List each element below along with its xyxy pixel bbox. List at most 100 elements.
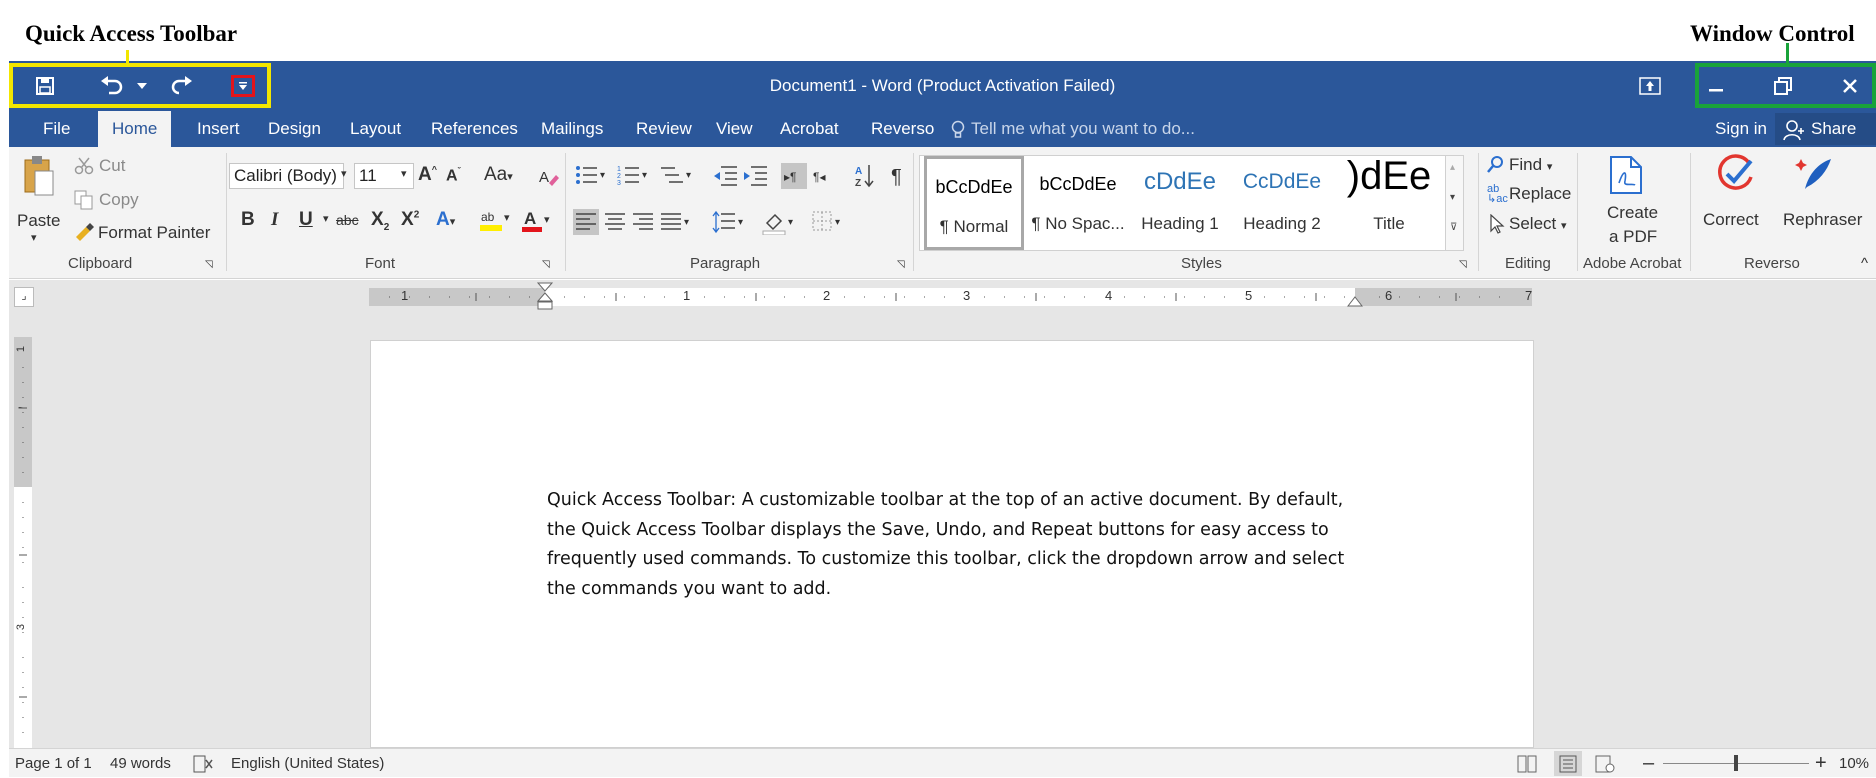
paragraph-dialog-launcher[interactable]: ◹ xyxy=(897,259,905,270)
web-layout-icon[interactable] xyxy=(1595,755,1615,773)
clipboard-dialog-launcher[interactable]: ◹ xyxy=(205,259,213,270)
show-marks-icon: ¶ xyxy=(891,166,902,188)
quick-access-toolbar-annotation-label: Quick Access Toolbar xyxy=(25,21,238,46)
text-highlight-button[interactable]: ab ▾ xyxy=(479,207,515,239)
word-count[interactable]: 49 words xyxy=(110,749,171,778)
proofing-icon[interactable] xyxy=(193,755,213,773)
style-heading-1[interactable]: cDdEe Heading 1 xyxy=(1130,156,1230,250)
share-button[interactable]: Share xyxy=(1775,113,1876,145)
underline-button[interactable]: U xyxy=(299,209,313,231)
underline-dropdown[interactable]: ▾ xyxy=(323,212,329,225)
tab-selector-button[interactable]: ⌟ xyxy=(14,287,34,307)
horizontal-ruler[interactable] xyxy=(369,282,1532,310)
styles-dialog-launcher[interactable]: ◹ xyxy=(1459,259,1467,270)
svg-text:▾: ▾ xyxy=(504,212,510,224)
italic-button[interactable]: I xyxy=(271,209,278,231)
select-cursor-icon xyxy=(1490,214,1505,234)
tab-home[interactable]: Home xyxy=(98,111,172,147)
style-no-spacing[interactable]: bCcDdEe ¶ No Spac... xyxy=(1028,156,1128,250)
justify-icon: ▾ xyxy=(661,213,689,230)
svg-text:▾: ▾ xyxy=(544,214,550,226)
styles-group-label: Styles xyxy=(1181,255,1222,272)
paste-icon xyxy=(24,156,54,196)
font-dialog-launcher[interactable]: ◹ xyxy=(542,259,550,270)
copy-button[interactable]: Copy xyxy=(99,190,139,210)
superscript-button[interactable]: X2 xyxy=(401,209,419,231)
multilevel-list-icon: ▾ xyxy=(661,167,691,183)
grow-font-button[interactable]: A^ xyxy=(418,164,437,186)
tab-layout[interactable]: Layout xyxy=(336,111,415,147)
rephraser-button[interactable]: Rephraser xyxy=(1779,151,1863,251)
font-name-box[interactable]: Calibri (Body) xyxy=(229,163,344,189)
format-painter-button[interactable]: Format Painter xyxy=(98,223,210,243)
paste-label: Paste xyxy=(17,211,61,230)
align-right-icon xyxy=(633,213,653,230)
language-indicator[interactable]: English (United States) xyxy=(231,749,384,778)
tab-design[interactable]: Design xyxy=(254,111,335,147)
tab-review[interactable]: Review xyxy=(622,111,706,147)
tab-view[interactable]: View xyxy=(702,111,767,147)
read-mode-icon[interactable] xyxy=(1517,755,1537,773)
text-effects-button[interactable]: A▾ xyxy=(436,209,455,231)
tab-file[interactable]: File xyxy=(29,111,84,147)
ribbon-display-options-button[interactable] xyxy=(1632,71,1668,101)
styles-scroll[interactable]: ▴ ▾ ⊽ xyxy=(1445,156,1463,250)
font-name-dropdown[interactable]: ▾ xyxy=(341,167,347,180)
font-size-dropdown[interactable]: ▾ xyxy=(401,167,407,180)
print-layout-view-button[interactable] xyxy=(1554,751,1582,776)
tab-insert[interactable]: Insert xyxy=(183,111,254,147)
window-control-highlight xyxy=(1695,63,1876,108)
rephraser-label: Rephraser xyxy=(1783,210,1863,229)
svg-text:3: 3 xyxy=(617,180,621,187)
styles-more[interactable]: ⊽ xyxy=(1450,222,1457,233)
share-label: Share xyxy=(1811,119,1857,138)
bold-button[interactable]: B xyxy=(241,209,255,231)
select-button[interactable]: Select ▾ xyxy=(1509,214,1567,234)
zoom-level[interactable]: 10% xyxy=(1839,749,1869,778)
share-person-icon xyxy=(1783,120,1804,141)
clear-formatting-icon[interactable]: A xyxy=(539,167,559,187)
zoom-slider[interactable] xyxy=(1663,755,1809,771)
style-heading-2[interactable]: CcDdEe Heading 2 xyxy=(1232,156,1332,250)
replace-icon: ab ↳ac xyxy=(1487,183,1508,205)
collapse-ribbon-button[interactable]: ^ xyxy=(1861,255,1868,272)
paragraph-bottom-row: ▾ ▾ ▾ ▾ xyxy=(573,209,840,235)
subscript-button[interactable]: X2 xyxy=(371,209,389,233)
tell-me-search[interactable]: Tell me what you want to do... xyxy=(971,111,1195,147)
tab-acrobat[interactable]: Acrobat xyxy=(766,111,853,147)
tab-mailings[interactable]: Mailings xyxy=(527,111,617,147)
tab-reverso[interactable]: Reverso xyxy=(857,111,948,147)
replace-button[interactable]: Replace xyxy=(1509,184,1571,204)
first-line-indent-marker[interactable] xyxy=(537,282,553,312)
right-indent-marker[interactable] xyxy=(1347,296,1363,310)
zoom-in-button[interactable]: + xyxy=(1815,749,1827,778)
vertical-ruler[interactable]: 1 3 xyxy=(14,337,32,748)
svg-text:A: A xyxy=(855,166,862,177)
change-case-button[interactable]: Aa▾ xyxy=(484,164,513,186)
style-title[interactable]: )dEe Title xyxy=(1334,154,1444,250)
shrink-font-button[interactable]: Aˇ xyxy=(446,166,461,185)
font-color-button[interactable]: A ▾ xyxy=(521,207,553,239)
create-pdf-button[interactable]: Create a PDF xyxy=(1585,151,1665,251)
style-normal[interactable]: bCcDdEe ¶ Normal xyxy=(924,156,1024,250)
shading-icon: ▾ xyxy=(762,213,793,235)
styles-scroll-up[interactable]: ▴ xyxy=(1450,162,1455,173)
page-count[interactable]: Page 1 of 1 xyxy=(15,749,92,778)
document-page[interactable]: Quick Access Toolbar: A customizable too… xyxy=(370,340,1534,748)
styles-scroll-down[interactable]: ▾ xyxy=(1450,192,1455,203)
zoom-out-button[interactable]: – xyxy=(1643,749,1654,778)
paste-button[interactable]: Paste ▾ xyxy=(17,155,61,245)
paste-chevron: ▾ xyxy=(31,232,37,244)
editing-group-label: Editing xyxy=(1505,255,1551,272)
svg-text:2: 2 xyxy=(617,173,621,180)
tab-references[interactable]: References xyxy=(417,111,532,147)
zoom-slider-thumb[interactable] xyxy=(1734,755,1738,771)
paragraph-group-label: Paragraph xyxy=(690,255,761,272)
document-body-text[interactable]: Quick Access Toolbar: A customizable too… xyxy=(547,486,1377,604)
find-icon xyxy=(1487,156,1503,173)
sign-in-link[interactable]: Sign in xyxy=(1701,111,1781,147)
cut-button[interactable]: Cut xyxy=(99,156,125,176)
correct-button[interactable]: Correct xyxy=(1695,151,1779,251)
strikethrough-button[interactable]: abc xyxy=(336,212,359,228)
find-button[interactable]: Find ▾ xyxy=(1509,155,1552,175)
